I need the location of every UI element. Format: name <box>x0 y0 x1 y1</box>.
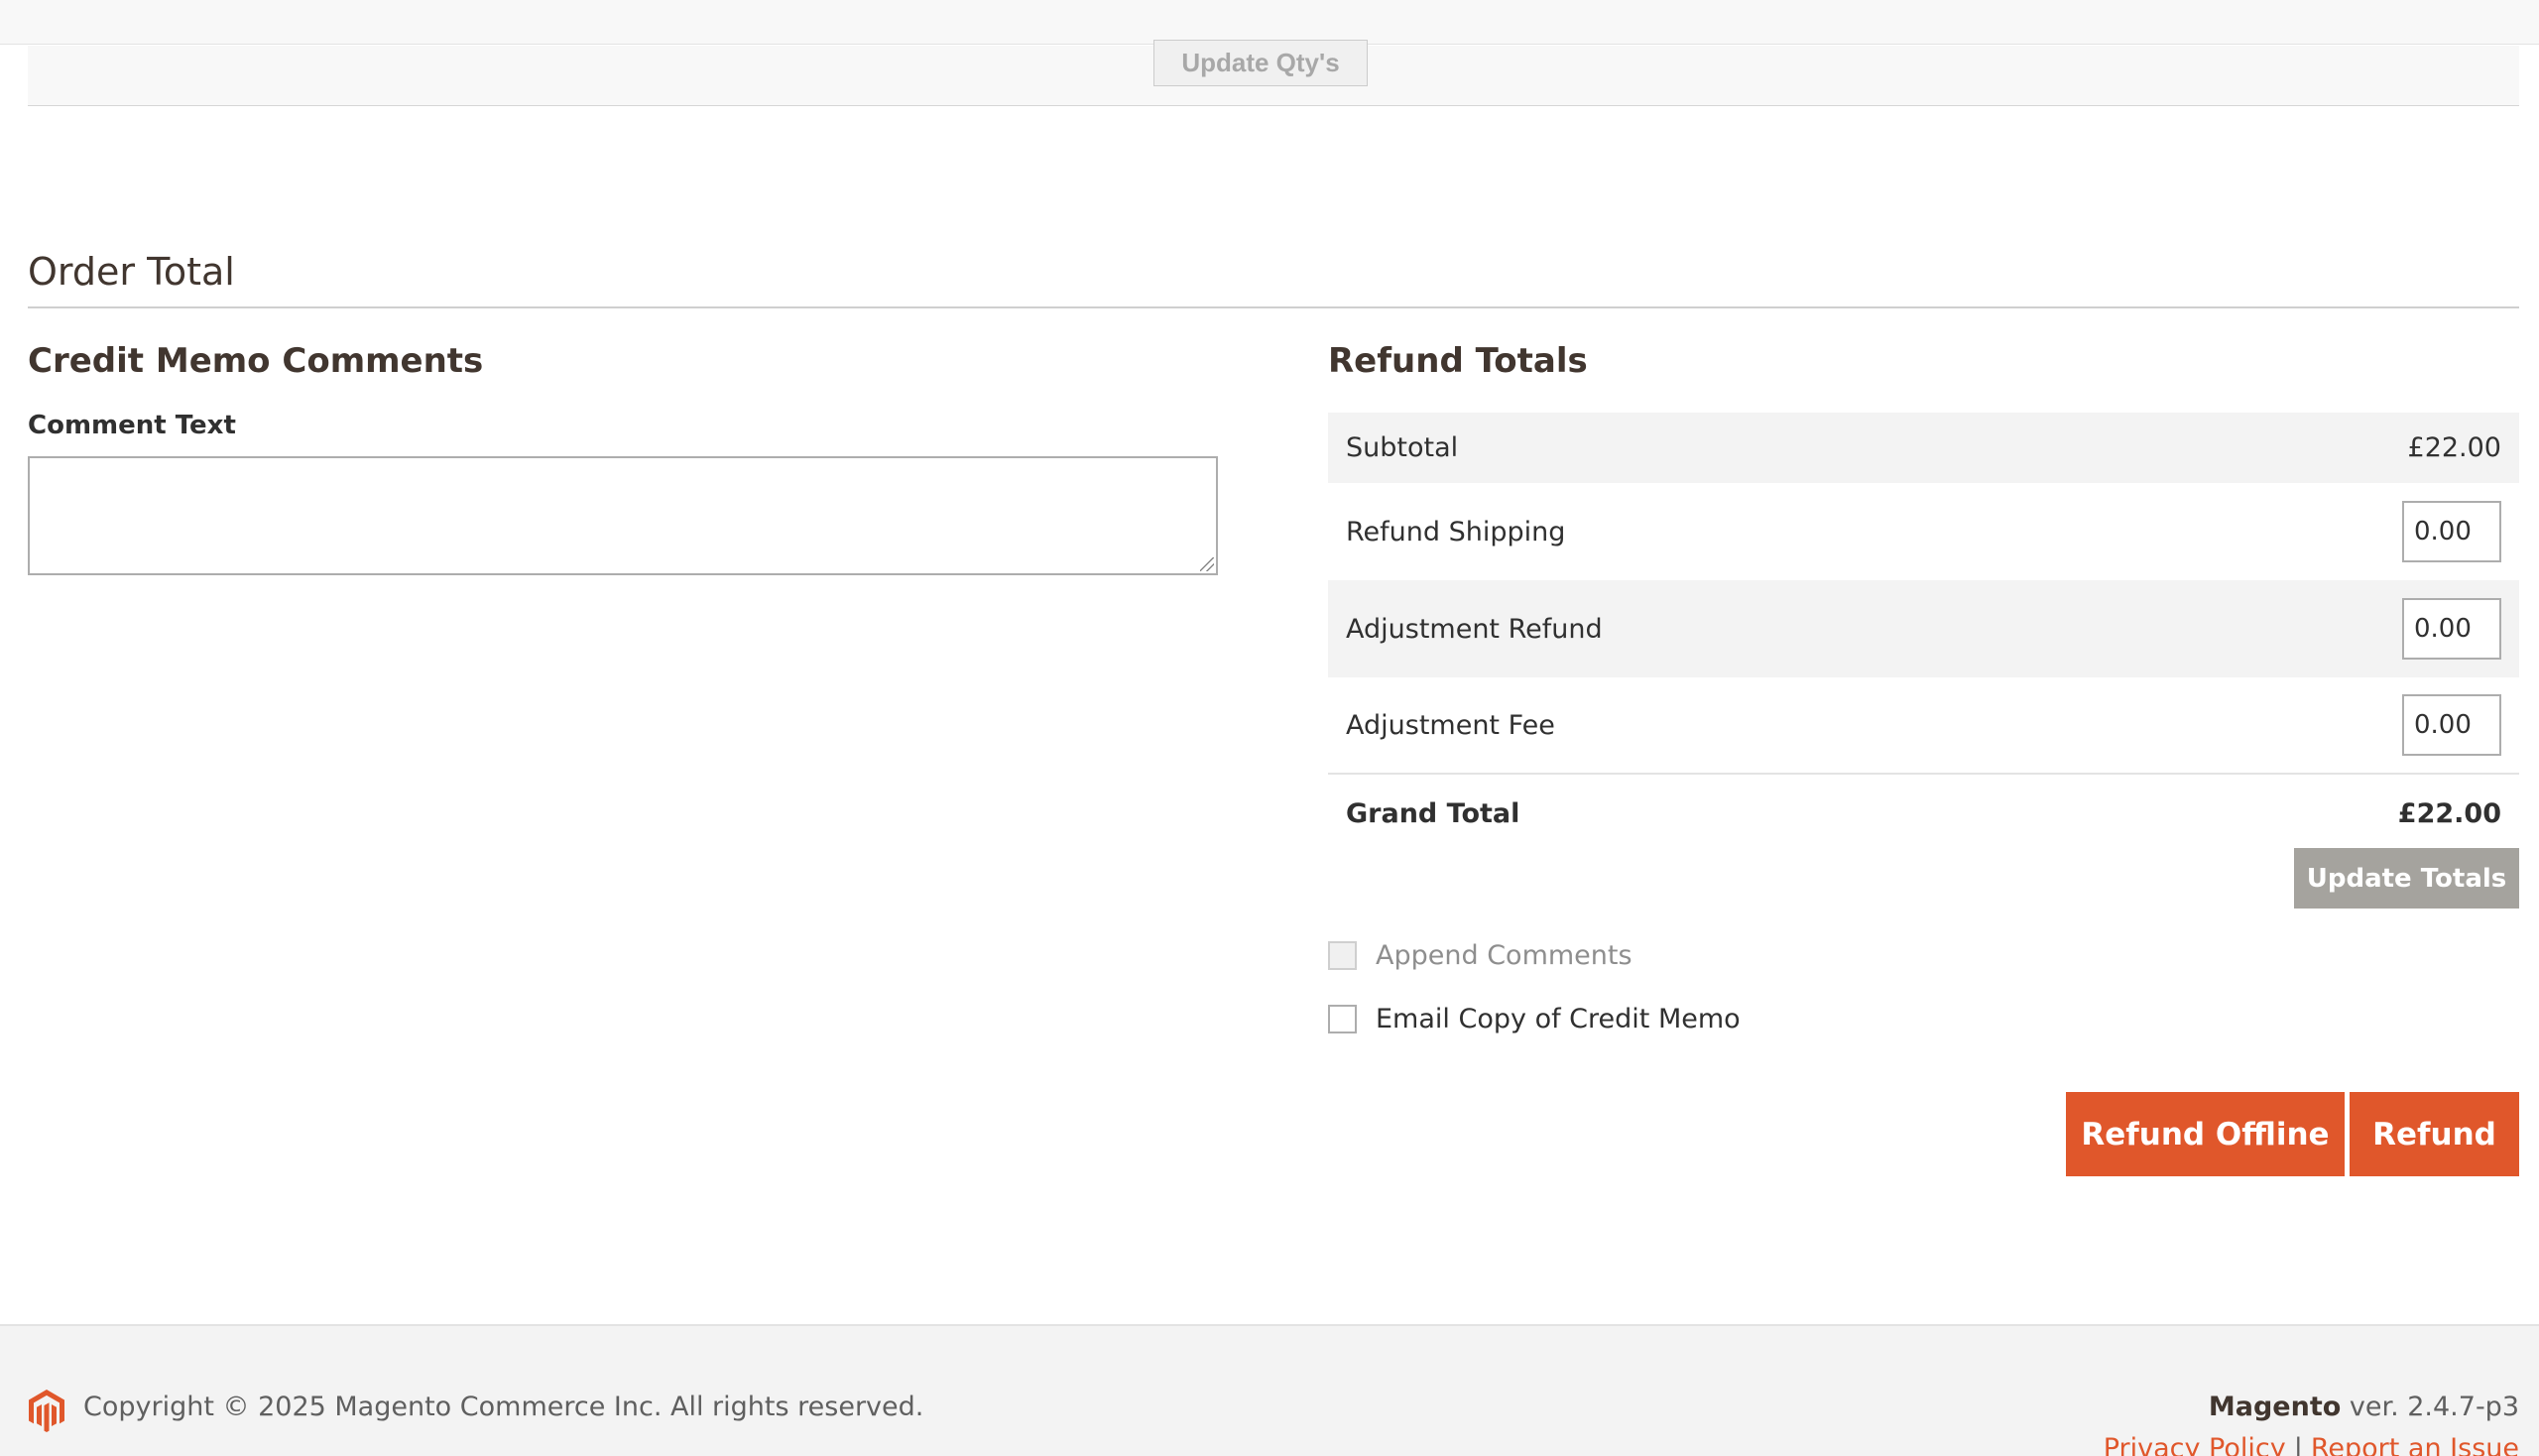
grand-total-label: Grand Total <box>1346 797 1520 829</box>
comment-text-input[interactable] <box>28 456 1218 575</box>
adjustment-refund-input[interactable] <box>2402 598 2501 660</box>
sticky-header-bar <box>0 0 2539 45</box>
subtotal-value: £22.00 <box>2407 432 2501 463</box>
section-title-order-total: Order Total <box>28 250 235 294</box>
grand-total-value: £22.00 <box>2397 797 2501 829</box>
update-qtys-button[interactable]: Update Qty's <box>1153 40 1368 86</box>
magento-logo-icon <box>29 1390 64 1432</box>
adjustment-fee-input[interactable] <box>2402 694 2501 756</box>
subtotal-row: Subtotal £22.00 <box>1328 413 2519 483</box>
footer-link-separator: | <box>2293 1433 2303 1456</box>
email-copy-option[interactable]: Email Copy of Credit Memo <box>1328 1004 1741 1034</box>
refund-button[interactable]: Refund <box>2350 1092 2519 1176</box>
comment-text-label: Comment Text <box>28 411 236 440</box>
grand-total-row: Grand Total £22.00 <box>1328 777 2519 850</box>
adjustment-refund-label: Adjustment Refund <box>1346 613 1603 645</box>
footer-links: Privacy Policy | Report an Issue <box>2104 1433 2519 1456</box>
credit-memo-comments-heading: Credit Memo Comments <box>28 341 484 381</box>
refund-offline-button[interactable]: Refund Offline <box>2066 1092 2345 1176</box>
email-copy-checkbox[interactable] <box>1328 1005 1357 1033</box>
adjustment-refund-row: Adjustment Refund <box>1328 580 2519 677</box>
adjustment-fee-row: Adjustment Fee <box>1328 677 2519 775</box>
update-totals-button[interactable]: Update Totals <box>2294 848 2519 909</box>
footer-copyright: Copyright © 2025 Magento Commerce Inc. A… <box>83 1392 924 1422</box>
adjustment-fee-label: Adjustment Fee <box>1346 709 1555 741</box>
append-comments-label: Append Comments <box>1376 940 1632 971</box>
report-issue-link[interactable]: Report an Issue <box>2311 1433 2519 1456</box>
footer-brand: Magento <box>2208 1392 2342 1422</box>
append-comments-option[interactable]: Append Comments <box>1328 940 1632 971</box>
privacy-policy-link[interactable]: Privacy Policy <box>2104 1433 2286 1456</box>
section-divider <box>28 306 2519 308</box>
footer-version: Magento ver. 2.4.7-p3 <box>2209 1392 2519 1422</box>
refund-shipping-input[interactable] <box>2402 501 2501 562</box>
footer-version-number: ver. 2.4.7-p3 <box>2341 1392 2519 1422</box>
subtotal-label: Subtotal <box>1346 432 1459 463</box>
refund-totals-heading: Refund Totals <box>1328 341 1588 381</box>
email-copy-label: Email Copy of Credit Memo <box>1376 1004 1741 1034</box>
refund-shipping-row: Refund Shipping <box>1328 483 2519 580</box>
append-comments-checkbox[interactable] <box>1328 941 1357 970</box>
refund-shipping-label: Refund Shipping <box>1346 516 1566 547</box>
